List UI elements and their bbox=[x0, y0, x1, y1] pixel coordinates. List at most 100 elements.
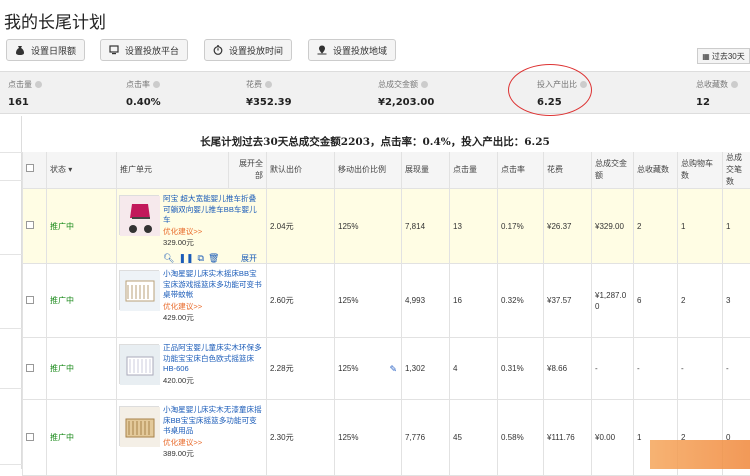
ctr-cell: 0.31% bbox=[498, 338, 544, 400]
col-orders[interactable]: 总成交笔数 bbox=[723, 152, 750, 189]
product-price: 389.00元 bbox=[163, 449, 263, 460]
table-row: 推广中 小淘星婴儿床实木无漆童床摇床BB宝宝床摇篮多功能可变书桌用品 优化建议>… bbox=[23, 400, 750, 476]
search-icon[interactable]: 🔍︎ bbox=[163, 253, 174, 264]
pause-icon[interactable]: ❚❚ bbox=[178, 253, 193, 264]
clicks-cell: 16 bbox=[450, 264, 498, 338]
row-checkbox[interactable] bbox=[26, 364, 34, 372]
row-actions: 🔍︎ ❚❚ ⧉ 🗑︎ bbox=[163, 253, 219, 264]
clicks-cell: 45 bbox=[450, 400, 498, 476]
col-impr[interactable]: 展现量 bbox=[402, 152, 450, 189]
money-bag-icon bbox=[15, 45, 25, 55]
product-thumbnail[interactable] bbox=[119, 195, 159, 235]
delete-icon[interactable]: 🗑︎ bbox=[208, 253, 219, 264]
stat-value: ¥2,203.00 bbox=[378, 97, 434, 108]
product-title-link[interactable]: 阿宝 超大宽能婴儿推车折叠可躺双向婴儿推车BB车婴儿车 bbox=[163, 194, 257, 224]
product-thumbnail[interactable] bbox=[119, 406, 159, 446]
col-clicks[interactable]: 点击量 bbox=[450, 152, 498, 189]
bid-cell[interactable]: 2.04元 bbox=[267, 189, 335, 264]
col-ctr[interactable]: 点击率 bbox=[498, 152, 544, 189]
left-gutter bbox=[0, 116, 22, 469]
product-title-link[interactable]: 小淘星婴儿床实木摇床BB宝宝床游戏摇篮床多功能可变书桌带蚊帐 bbox=[163, 269, 262, 299]
row-checkbox[interactable] bbox=[26, 433, 34, 441]
date-range-button[interactable]: ▦ 过去30天 bbox=[697, 48, 750, 64]
product-title-link[interactable]: 正品阿宝婴儿童床实木环保多功能宝宝床白色欧式摇篮床HB-606 bbox=[163, 343, 262, 373]
set-daily-limit-label: 设置日限额 bbox=[31, 44, 76, 57]
product-thumbnail[interactable] bbox=[119, 344, 159, 384]
ctr-cell: 0.58% bbox=[498, 400, 544, 476]
stat-favorites: 总收藏数 12 bbox=[696, 79, 738, 108]
optimize-suggestion-link[interactable]: 优化建议>> bbox=[163, 227, 263, 238]
set-region-button[interactable]: 设置投放地域 bbox=[308, 39, 396, 61]
table-row: 推广中 小淘星婴儿床实木摇床BB宝宝床游戏摇篮床多功能可变书桌带蚊帐 优化建议>… bbox=[23, 264, 750, 338]
edit-pencil-icon[interactable]: ✎ bbox=[389, 364, 397, 375]
stat-gmv: 总成交金额 ¥2,203.00 bbox=[378, 79, 434, 108]
product-price: 420.00元 bbox=[163, 376, 263, 387]
bid-cell[interactable]: 2.60元 bbox=[267, 264, 335, 338]
summary-text: 长尾计划过去30天总成交金额2203，点击率：0.4%，投入产出比：6.25 bbox=[0, 134, 750, 149]
date-range-label: 过去30天 bbox=[712, 51, 745, 62]
set-daily-limit-button[interactable]: 设置日限额 bbox=[6, 39, 85, 61]
impr-cell: 7,814 bbox=[402, 189, 450, 264]
cost-cell: ¥111.76 bbox=[544, 400, 592, 476]
bid-cell[interactable]: 2.28元 bbox=[267, 338, 335, 400]
col-gmv[interactable]: 总成交金额 bbox=[592, 152, 634, 189]
bid-cell[interactable]: 2.30元 bbox=[267, 400, 335, 476]
product-cell: 小淘星婴儿床实木无漆童床摇床BB宝宝床摇篮多功能可变书桌用品 优化建议>> 38… bbox=[117, 400, 267, 476]
fav-cell: 2 bbox=[634, 189, 678, 264]
col-status[interactable]: 状态 ▾ bbox=[47, 152, 117, 189]
help-icon[interactable] bbox=[153, 81, 160, 88]
row-checkbox-cell bbox=[23, 189, 47, 264]
row-checkbox-cell bbox=[23, 264, 47, 338]
mobile-cell: 125% bbox=[335, 189, 402, 264]
col-bid[interactable]: 默认出价 bbox=[267, 152, 335, 189]
help-icon[interactable] bbox=[35, 81, 42, 88]
caret-down-icon[interactable]: ▾ bbox=[68, 165, 72, 174]
set-platform-label: 设置投放平台 bbox=[125, 44, 179, 57]
col-cost[interactable]: 花费 bbox=[544, 152, 592, 189]
expand-link[interactable]: 展开 bbox=[241, 253, 257, 264]
watermark-logo bbox=[650, 440, 750, 469]
select-all-cell bbox=[23, 152, 47, 189]
orders-cell: 1 bbox=[723, 189, 750, 264]
row-checkbox[interactable] bbox=[26, 296, 34, 304]
ctr-cell: 0.32% bbox=[498, 264, 544, 338]
help-icon[interactable] bbox=[265, 81, 272, 88]
set-time-button[interactable]: 设置投放时间 bbox=[204, 39, 292, 61]
cart-cell: 1 bbox=[678, 189, 723, 264]
impr-cell: 1,302 bbox=[402, 338, 450, 400]
stat-value: 0.40% bbox=[126, 97, 161, 108]
col-cart[interactable]: 总购物车数 bbox=[678, 152, 723, 189]
gmv-cell: ¥329.00 bbox=[592, 189, 634, 264]
set-platform-button[interactable]: 设置投放平台 bbox=[100, 39, 188, 61]
clicks-cell: 13 bbox=[450, 189, 498, 264]
col-expand-all[interactable]: 展开全部 bbox=[229, 152, 267, 189]
fav-cell: - bbox=[634, 338, 678, 400]
help-icon[interactable] bbox=[421, 81, 428, 88]
product-title-link[interactable]: 小淘星婴儿床实木无漆童床摇床BB宝宝床摇篮多功能可变书桌用品 bbox=[163, 405, 262, 435]
select-all-checkbox[interactable] bbox=[26, 164, 34, 172]
product-price: 329.00元 bbox=[163, 238, 263, 249]
optimize-suggestion-link[interactable]: 优化建议>> bbox=[163, 438, 263, 449]
product-cell: 正品阿宝婴儿童床实木环保多功能宝宝床白色欧式摇篮床HB-606 420.00元 bbox=[117, 338, 267, 400]
set-region-label: 设置投放地域 bbox=[333, 44, 387, 57]
mobile-value: 125% bbox=[338, 364, 358, 373]
col-fav[interactable]: 总收藏数 bbox=[634, 152, 678, 189]
status-cell: 推广中 bbox=[47, 264, 117, 338]
help-icon[interactable] bbox=[731, 81, 738, 88]
impr-cell: 7,776 bbox=[402, 400, 450, 476]
stat-label: 花费 bbox=[246, 79, 262, 90]
mobile-cell: 125% bbox=[335, 400, 402, 476]
clicks-cell: 4 bbox=[450, 338, 498, 400]
impr-cell: 4,993 bbox=[402, 264, 450, 338]
stat-clicks: 点击量 161 bbox=[8, 79, 42, 108]
cost-cell: ¥26.37 bbox=[544, 189, 592, 264]
col-mobile[interactable]: 移动出价比例 bbox=[335, 152, 402, 189]
copy-icon[interactable]: ⧉ bbox=[198, 253, 204, 264]
status-cell: 推广中 bbox=[47, 400, 117, 476]
product-thumbnail[interactable] bbox=[119, 270, 159, 310]
table-header: 状态 ▾ 推广单元 展开全部 默认出价 移动出价比例 展现量 点击量 点击率 花… bbox=[23, 152, 750, 189]
optimize-suggestion-link[interactable]: 优化建议>> bbox=[163, 302, 263, 313]
stats-bar: 点击量 161 点击率 0.40% 花费 ¥352.39 总成交金额 ¥2,20… bbox=[0, 71, 750, 114]
row-checkbox[interactable] bbox=[26, 221, 34, 229]
cost-cell: ¥8.66 bbox=[544, 338, 592, 400]
